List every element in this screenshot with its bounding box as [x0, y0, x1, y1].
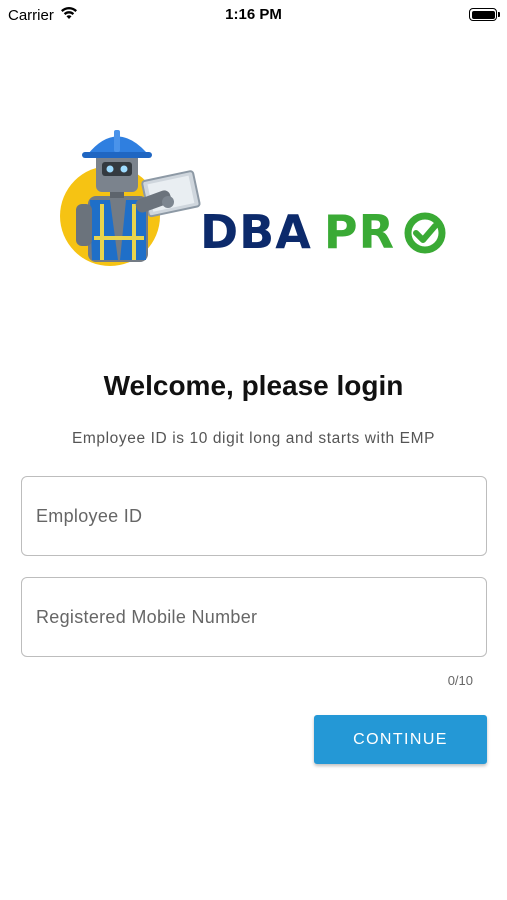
app-logo: DBA PR	[58, 124, 458, 274]
employee-id-hint: Employee ID is 10 digit long and starts …	[71, 430, 436, 447]
character-counter: 0/10	[447, 673, 473, 688]
brand-primary: DBA	[200, 205, 312, 259]
mobile-number-field[interactable]	[21, 577, 487, 657]
employee-id-field[interactable]	[21, 476, 487, 556]
brand-secondary-text: PR	[323, 205, 395, 259]
status-bar: Carrier 1:16 PM	[0, 0, 507, 30]
robot-mascot-icon	[60, 130, 201, 266]
brand-wordmark: DBA PR	[200, 209, 395, 255]
mobile-number-input[interactable]	[22, 578, 486, 656]
page-title: Welcome, please login	[103, 370, 404, 401]
battery-icon	[469, 6, 500, 21]
employee-id-input[interactable]	[22, 477, 486, 555]
check-circle-icon	[404, 212, 446, 254]
brand-secondary: PR	[324, 205, 395, 259]
status-time: 1:16 PM	[225, 6, 282, 23]
continue-button[interactable]: CONTINUE	[314, 715, 487, 764]
